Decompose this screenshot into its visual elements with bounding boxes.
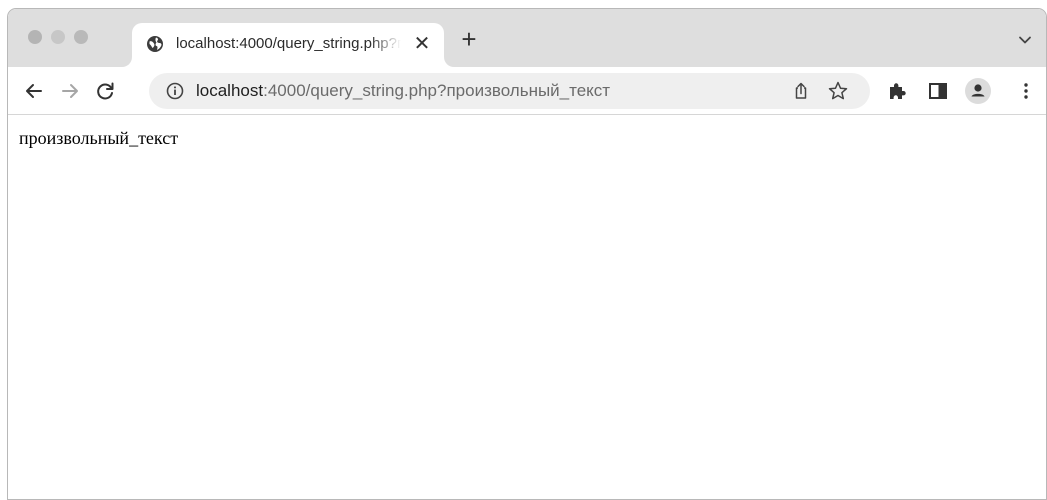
- url-path: :4000/query_string.php?произвольный_текс…: [263, 81, 611, 100]
- close-window-button[interactable]: [28, 30, 42, 44]
- side-panel-icon[interactable]: [926, 79, 950, 103]
- info-icon[interactable]: [166, 82, 184, 100]
- share-icon[interactable]: [791, 81, 811, 101]
- active-tab[interactable]: localhost:4000/query_string.php?произвол…: [132, 23, 444, 67]
- kebab-menu-icon[interactable]: [1014, 79, 1038, 103]
- toolbar: localhost:4000/query_string.php?произвол…: [8, 67, 1046, 115]
- new-tab-button[interactable]: +: [457, 26, 481, 52]
- reload-icon[interactable]: [93, 79, 117, 103]
- url-text[interactable]: localhost:4000/query_string.php?произвол…: [196, 81, 610, 101]
- star-icon[interactable]: [827, 80, 849, 102]
- puzzle-icon[interactable]: [885, 79, 909, 103]
- tab-strip: localhost:4000/query_string.php?произвол…: [8, 9, 1046, 67]
- page-content: произвольный_текст: [8, 116, 1046, 499]
- maximize-window-button[interactable]: [74, 30, 88, 44]
- window-controls: [28, 30, 88, 44]
- chevron-down-icon[interactable]: [1018, 35, 1032, 45]
- tab-close-button[interactable]: ✕: [411, 33, 433, 55]
- back-arrow-icon[interactable]: [22, 79, 46, 103]
- url-host: localhost: [196, 81, 264, 100]
- address-bar[interactable]: localhost:4000/query_string.php?произвол…: [149, 73, 870, 109]
- minimize-window-button[interactable]: [51, 30, 65, 44]
- globe-icon: [147, 36, 163, 52]
- forward-arrow-icon[interactable]: [58, 79, 82, 103]
- browser-window: localhost:4000/query_string.php?произвол…: [7, 8, 1047, 500]
- profile-avatar-icon[interactable]: [964, 77, 992, 105]
- page-body-text: произвольный_текст: [19, 128, 179, 148]
- tab-title: localhost:4000/query_string.php?произвол…: [176, 35, 401, 52]
